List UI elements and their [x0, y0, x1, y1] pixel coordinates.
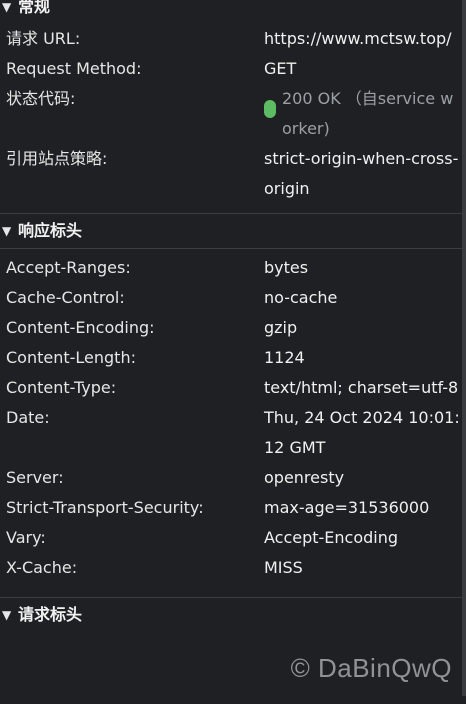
general-row-request-method: Request Method: GET [0, 54, 462, 84]
section-header-request-headers[interactable]: ▼ 请求标头 [0, 598, 462, 632]
status-value[interactable]: 200 OK （自service worker) [264, 84, 462, 144]
network-headers-panel: ▼ 常规 请求 URL: https://www.mctsw.top/ Requ… [0, 0, 466, 696]
header-value[interactable]: 1124 [264, 343, 462, 373]
header-label: Content-Length: [6, 348, 136, 367]
header-value[interactable]: max-age=31536000 [264, 493, 462, 523]
header-label: Vary: [6, 528, 46, 547]
section-divider [0, 204, 462, 214]
caret-down-icon[interactable]: ▼ [2, 609, 16, 621]
general-row-referrer-policy: 引用站点策略: strict-origin-when-cross-origin [0, 144, 462, 204]
header-label: Content-Type: [6, 378, 117, 397]
response-header-rows: Accept-Ranges: bytes Cache-Control: no-c… [0, 249, 462, 583]
header-value[interactable]: GET [264, 54, 462, 84]
header-value[interactable]: openresty [264, 463, 462, 493]
header-label: Request Method: [6, 59, 142, 78]
header-label: Cache-Control: [6, 288, 125, 307]
section-title-request-headers: 请求标头 [18, 605, 83, 624]
header-label: Strict-Transport-Security: [6, 498, 204, 517]
response-row: Content-Encoding: gzip [0, 313, 462, 343]
section-header-general[interactable]: ▼ 常规 [0, 0, 462, 22]
response-row: X-Cache: MISS [0, 553, 462, 583]
header-label: 状态代码: [6, 89, 76, 108]
header-value[interactable]: bytes [264, 253, 462, 283]
header-value[interactable]: gzip [264, 313, 462, 343]
header-value[interactable]: text/html; charset=utf-8 [264, 373, 462, 403]
response-row: Content-Type: text/html; charset=utf-8 [0, 373, 462, 403]
response-row: Server: openresty [0, 463, 462, 493]
header-label: 请求 URL: [6, 29, 81, 48]
status-text: 200 OK （自service worker) [282, 89, 454, 138]
header-label: Date: [6, 408, 50, 427]
watermark: © DaBinQwQ [290, 653, 452, 683]
header-value[interactable]: Accept-Encoding [264, 523, 462, 553]
status-dot-icon [264, 100, 276, 118]
response-row: Strict-Transport-Security: max-age=31536… [0, 493, 462, 523]
general-rows: 请求 URL: https://www.mctsw.top/ Request M… [0, 22, 462, 204]
header-value[interactable]: Thu, 24 Oct 2024 10:01:12 GMT [264, 403, 462, 463]
general-row-status-code: 状态代码: 200 OK （自service worker) [0, 84, 462, 144]
header-value[interactable]: no-cache [264, 283, 462, 313]
header-label: Accept-Ranges: [6, 258, 131, 277]
response-row: Content-Length: 1124 [0, 343, 462, 373]
header-value[interactable]: MISS [264, 553, 462, 583]
response-row: Cache-Control: no-cache [0, 283, 462, 313]
header-label: Content-Encoding: [6, 318, 155, 337]
header-value[interactable]: strict-origin-when-cross-origin [264, 144, 462, 204]
header-label: X-Cache: [6, 558, 78, 577]
caret-down-icon[interactable]: ▼ [2, 225, 16, 237]
response-row: Accept-Ranges: bytes [0, 253, 462, 283]
header-value[interactable]: https://www.mctsw.top/ [264, 24, 462, 54]
response-row: Date: Thu, 24 Oct 2024 10:01:12 GMT [0, 403, 462, 463]
section-header-response-headers[interactable]: ▼ 响应标头 [0, 214, 462, 249]
caret-down-icon[interactable]: ▼ [2, 1, 16, 13]
header-label: Server: [6, 468, 64, 487]
section-divider [0, 583, 462, 598]
general-row-request-url: 请求 URL: https://www.mctsw.top/ [0, 24, 462, 54]
header-label: 引用站点策略: [6, 149, 108, 168]
response-row: Vary: Accept-Encoding [0, 523, 462, 553]
section-title-general: 常规 [18, 0, 51, 16]
section-title-response-headers: 响应标头 [18, 221, 83, 240]
